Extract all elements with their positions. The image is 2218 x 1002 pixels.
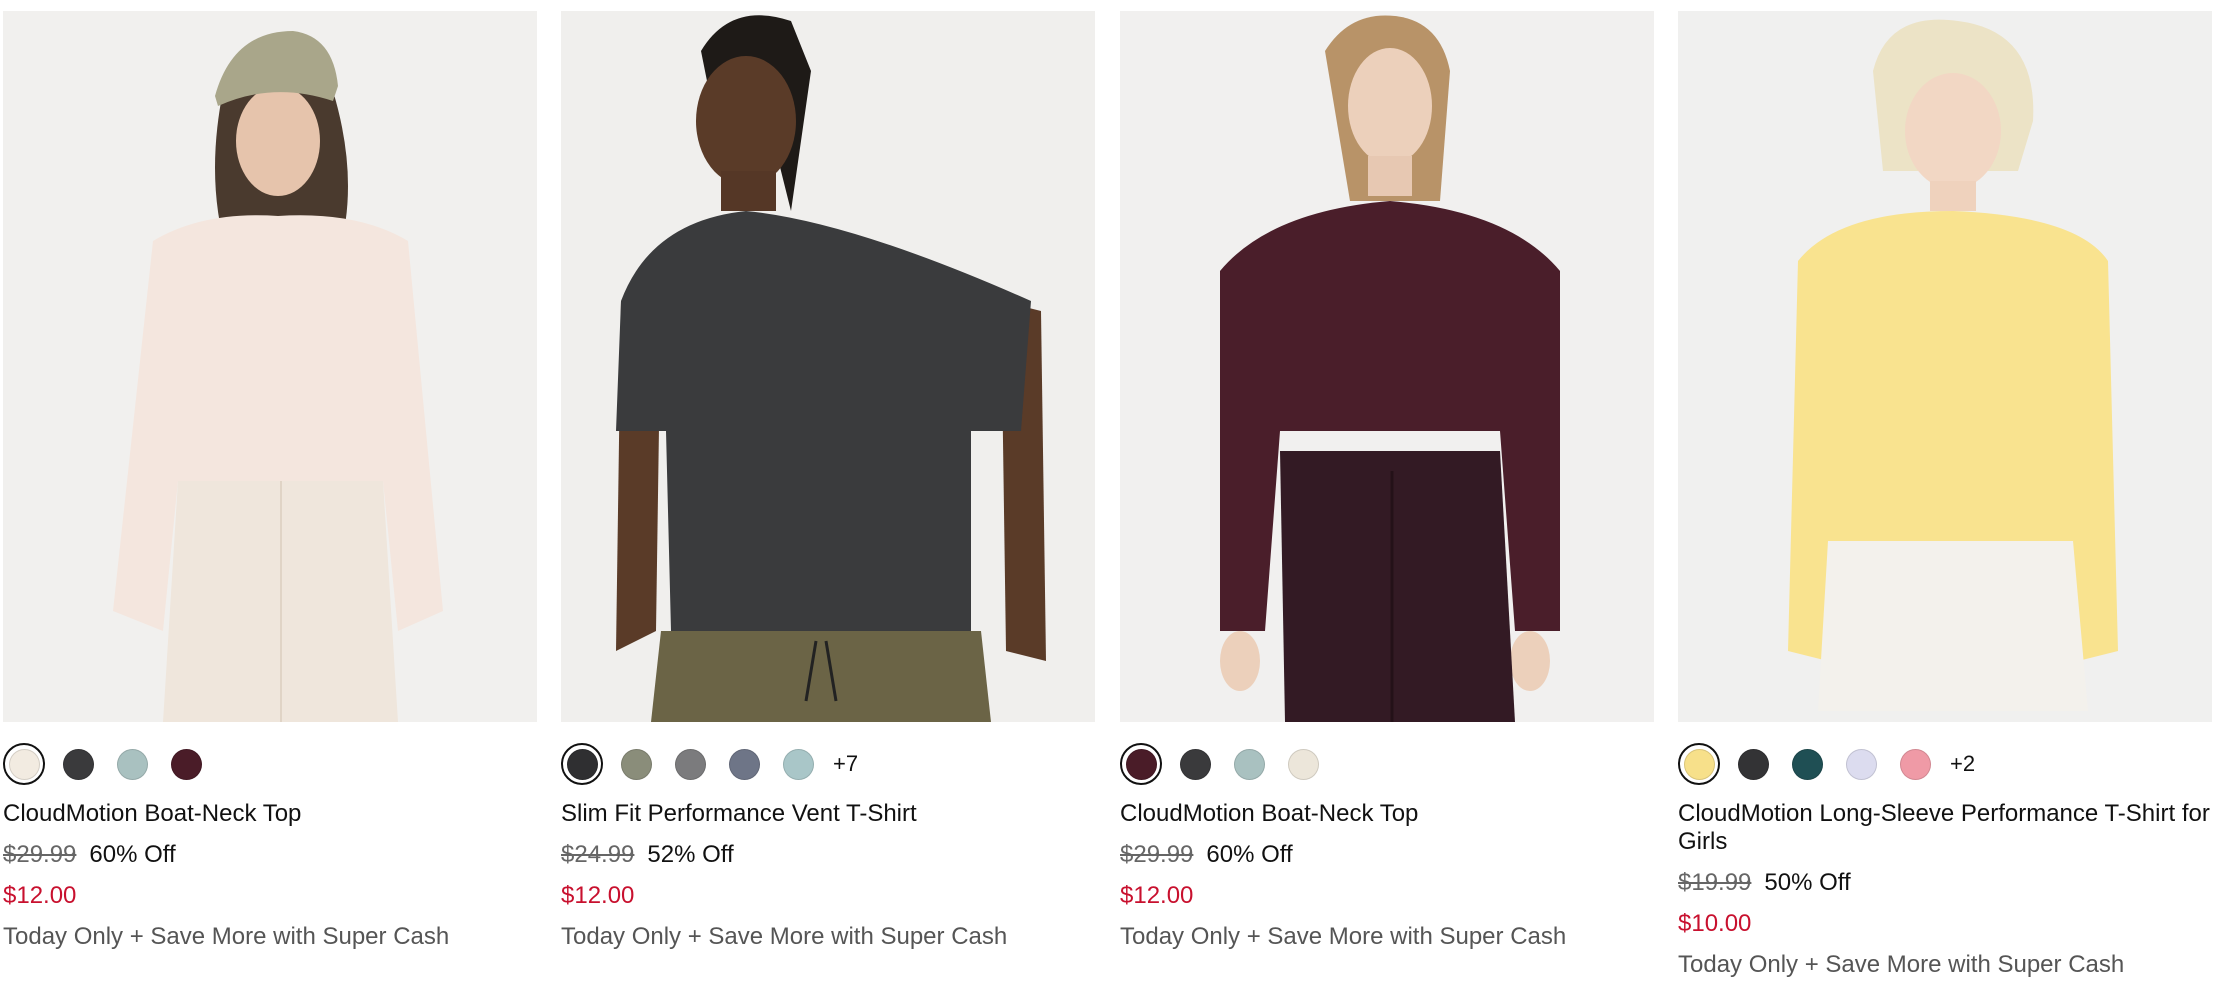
swatch-option[interactable] [1120, 743, 1162, 785]
swatch-color [728, 748, 760, 780]
sale-price: $12.00 [1120, 882, 1194, 909]
promo-text: Today Only + Save More with Super Cash [1120, 923, 1567, 950]
swatch-option[interactable] [615, 743, 657, 785]
discount-label: 60% Off [89, 841, 176, 868]
swatch-color [1791, 748, 1823, 780]
swatch-option[interactable] [165, 743, 207, 785]
swatch-option[interactable] [1786, 743, 1828, 785]
girl-yellow-longsleeve-image [1678, 11, 2212, 722]
swatch-color [674, 748, 706, 780]
product-image[interactable] [1120, 11, 1654, 722]
original-price: $24.99 [561, 841, 635, 868]
promo-text: Today Only + Save More with Super Cash [3, 923, 450, 950]
discount-label: 50% Off [1764, 869, 1851, 896]
swatch-color [1899, 748, 1931, 780]
swatch-color [1845, 748, 1877, 780]
man-charcoal-tshirt-image [561, 11, 1095, 722]
discount-label: 60% Off [1206, 841, 1293, 868]
swatch-option[interactable] [777, 743, 819, 785]
swatch-option[interactable] [1228, 743, 1270, 785]
swatch-option[interactable] [3, 743, 45, 785]
swatch-option[interactable] [561, 743, 603, 785]
more-colors-link[interactable]: +2 [1950, 751, 1975, 777]
product-image[interactable] [1678, 11, 2212, 722]
product-image[interactable] [561, 11, 1095, 722]
color-swatches: +2 [1678, 741, 2212, 787]
product-name[interactable]: CloudMotion Long-Sleeve Performance T-Sh… [1678, 800, 2212, 856]
swatch-color [1737, 748, 1769, 780]
price-row: $19.99 50% Off [1678, 869, 2212, 897]
swatch-option[interactable] [1732, 743, 1774, 785]
more-colors-link[interactable]: +7 [833, 751, 858, 777]
promo-text: Today Only + Save More with Super Cash [1678, 951, 2125, 978]
swatch-color [1287, 748, 1319, 780]
swatch-option[interactable] [57, 743, 99, 785]
product-card: CloudMotion Boat-Neck Top $29.99 60% Off… [1120, 11, 1654, 951]
sale-price: $10.00 [1678, 910, 1752, 937]
product-name[interactable]: Slim Fit Performance Vent T-Shirt [561, 800, 1095, 828]
color-swatches [1120, 741, 1654, 787]
swatch-color [62, 748, 94, 780]
product-card: +7 Slim Fit Performance Vent T-Shirt $24… [561, 11, 1095, 951]
original-price: $29.99 [3, 841, 77, 868]
swatch-option[interactable] [1894, 743, 1936, 785]
product-grid: CloudMotion Boat-Neck Top $29.99 60% Off… [0, 0, 2218, 1002]
price-row: $29.99 60% Off [3, 841, 537, 869]
color-swatches: +7 [561, 741, 1095, 787]
product-name[interactable]: CloudMotion Boat-Neck Top [1120, 800, 1654, 828]
promo-text: Today Only + Save More with Super Cash [561, 923, 1008, 950]
swatch-color [170, 748, 202, 780]
woman-cap-cream-top-image [3, 11, 537, 722]
swatch-option[interactable] [111, 743, 153, 785]
sale-price: $12.00 [3, 882, 77, 909]
swatch-option[interactable] [723, 743, 765, 785]
swatch-option[interactable] [1678, 743, 1720, 785]
swatch-color [1683, 748, 1715, 780]
product-card: CloudMotion Boat-Neck Top $29.99 60% Off… [3, 11, 537, 951]
swatch-color [116, 748, 148, 780]
swatch-color [782, 748, 814, 780]
swatch-color [8, 748, 40, 780]
discount-label: 52% Off [647, 841, 734, 868]
swatch-option[interactable] [1174, 743, 1216, 785]
swatch-color [1233, 748, 1265, 780]
price-row: $29.99 60% Off [1120, 841, 1654, 869]
sale-price: $12.00 [561, 882, 635, 909]
product-card: +2 CloudMotion Long-Sleeve Performance T… [1678, 11, 2212, 979]
swatch-option[interactable] [669, 743, 711, 785]
swatch-option[interactable] [1282, 743, 1324, 785]
woman-burgundy-top-image [1120, 11, 1654, 722]
product-image[interactable] [3, 11, 537, 722]
swatch-color [620, 748, 652, 780]
color-swatches [3, 741, 537, 787]
swatch-color [1179, 748, 1211, 780]
original-price: $19.99 [1678, 869, 1752, 896]
original-price: $29.99 [1120, 841, 1194, 868]
swatch-color [566, 748, 598, 780]
swatch-option[interactable] [1840, 743, 1882, 785]
price-row: $24.99 52% Off [561, 841, 1095, 869]
product-name[interactable]: CloudMotion Boat-Neck Top [3, 800, 537, 828]
swatch-color [1125, 748, 1157, 780]
